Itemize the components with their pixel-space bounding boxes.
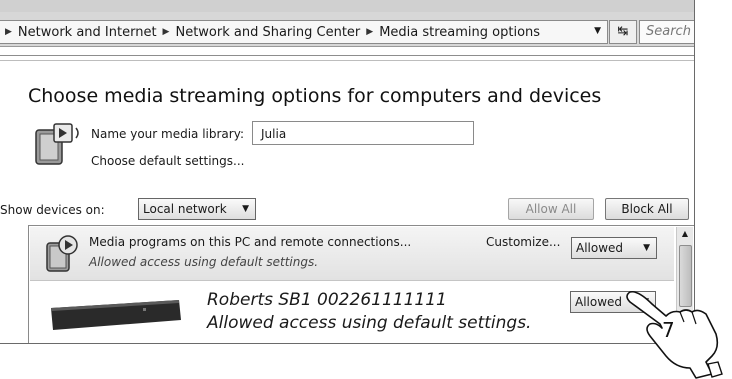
address-bar: ▶ Network and Internet ▶ Network and Sha…	[0, 12, 694, 47]
access-select-value: Allowed	[576, 241, 624, 255]
network-select[interactable]: Local network ▼	[138, 198, 256, 220]
list-item[interactable]: Media programs on this PC and remote con…	[30, 227, 674, 281]
chevron-right-icon[interactable]: ▶	[163, 27, 170, 37]
device-list: Media programs on this PC and remote con…	[28, 225, 694, 343]
pointing-hand-icon	[626, 290, 723, 379]
step-number: 7	[662, 318, 675, 342]
search-input[interactable]: Search	[639, 20, 694, 44]
chevron-right-icon[interactable]: ▶	[5, 27, 12, 37]
chevron-down-icon: ▼	[242, 204, 249, 214]
device-status: Allowed access using default settings.	[89, 255, 319, 269]
breadcrumb-network-internet[interactable]: Network and Internet	[18, 25, 157, 40]
customize-link[interactable]: Customize...	[486, 235, 560, 249]
refresh-button[interactable]: ↹	[609, 20, 637, 44]
block-all-button[interactable]: Block All	[605, 198, 689, 220]
device-name: Roberts SB1 002261111111	[207, 290, 447, 310]
scroll-up-icon[interactable]: ▲	[678, 227, 692, 241]
access-select-value: Allowed	[575, 295, 623, 309]
control-panel-window: ▶ Network and Internet ▶ Network and Sha…	[0, 0, 695, 344]
chevron-down-icon[interactable]: ▼	[594, 26, 601, 36]
network-select-value: Local network	[143, 202, 227, 216]
library-name-field[interactable]: Julia	[252, 121, 474, 145]
page-title: Choose media streaming options for compu…	[28, 85, 602, 107]
device-name: Media programs on this PC and remote con…	[89, 235, 412, 249]
toolbar-divider	[0, 55, 694, 61]
refresh-icon: ↹	[617, 24, 629, 39]
breadcrumb-media-streaming[interactable]: Media streaming options	[379, 25, 540, 40]
device-status: Allowed access using default settings.	[207, 313, 532, 333]
choose-default-settings-link[interactable]: Choose default settings...	[91, 154, 244, 168]
access-select[interactable]: Allowed ▼	[571, 237, 657, 259]
breadcrumb[interactable]: ▶ Network and Internet ▶ Network and Sha…	[0, 20, 608, 44]
media-player-icon	[46, 235, 78, 272]
allow-all-button[interactable]: Allow All	[508, 198, 594, 220]
library-name-label: Name your media library:	[91, 127, 244, 141]
show-devices-label: Show devices on:	[0, 203, 105, 217]
media-library-icon	[35, 123, 79, 165]
chevron-right-icon[interactable]: ▶	[366, 27, 373, 37]
soundbar-image	[51, 300, 181, 330]
title-strip	[0, 0, 694, 12]
breadcrumb-sharing-center[interactable]: Network and Sharing Center	[175, 25, 360, 40]
chevron-down-icon: ▼	[643, 243, 650, 253]
